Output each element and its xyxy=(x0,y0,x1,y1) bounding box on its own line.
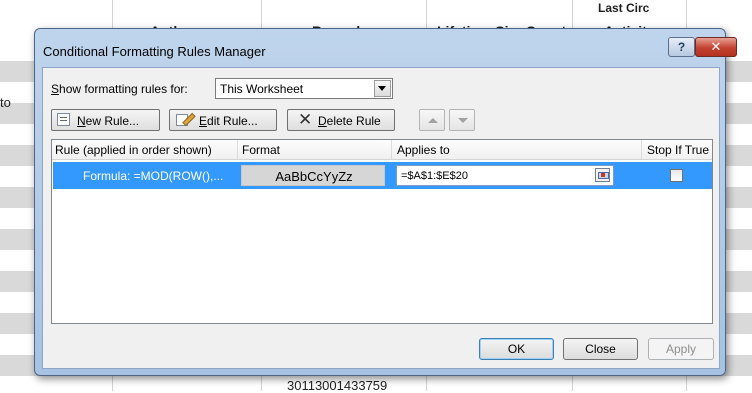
new-rule-icon xyxy=(57,113,70,126)
conditional-formatting-dialog: Conditional Formatting Rules Manager ? ✕… xyxy=(34,28,737,376)
stop-if-true-checkbox[interactable] xyxy=(670,169,683,182)
header-last-circ[interactable]: Last Circ xyxy=(598,1,649,15)
delete-rule-button[interactable]: ✕ Delete Rule xyxy=(287,109,395,131)
applies-to-value: =$A$1:$E$20 xyxy=(401,170,468,182)
column-format[interactable]: Format xyxy=(242,143,280,157)
new-rule-button[interactable]: New Rule... xyxy=(51,109,160,131)
column-applies-to[interactable]: Applies to xyxy=(397,143,450,157)
help-button[interactable]: ? xyxy=(668,37,695,57)
format-preview: AaBbCcYyZz xyxy=(241,165,385,186)
edit-rule-button[interactable]: Edit Rule... xyxy=(169,109,277,131)
column-stop-if-true[interactable]: Stop If True xyxy=(647,143,709,157)
edit-rule-label: Edit Rule... xyxy=(199,114,258,128)
ok-button[interactable]: OK xyxy=(479,338,554,360)
column-rule[interactable]: Rule (applied in order shown) xyxy=(55,143,212,157)
rule-row[interactable]: Formula: =MOD(ROW(),... AaBbCcYyZz =$A$1… xyxy=(53,162,712,189)
rule-formula: Formula: =MOD(ROW(),... xyxy=(83,169,224,183)
delete-rule-label: Delete Rule xyxy=(318,114,381,128)
show-rules-text: how formatting rules for: xyxy=(59,82,188,96)
apply-button[interactable]: Apply xyxy=(648,338,714,360)
range-selector-icon[interactable] xyxy=(595,168,610,182)
rules-column-header: Rule (applied in order shown) Format App… xyxy=(52,140,712,160)
close-button[interactable]: Close xyxy=(563,338,638,360)
close-window-button[interactable]: ✕ xyxy=(695,37,737,57)
scope-dropdown[interactable]: This Worksheet xyxy=(215,78,393,99)
show-rules-label: Show formatting rules for: xyxy=(51,82,188,96)
move-down-button[interactable] xyxy=(449,109,475,131)
delete-x-icon: ✕ xyxy=(298,110,313,129)
rules-list[interactable]: Rule (applied in order shown) Format App… xyxy=(51,139,713,324)
cell-fragment[interactable]: to xyxy=(0,95,11,110)
format-preview-text: AaBbCcYyZz xyxy=(275,169,353,184)
scope-value: This Worksheet xyxy=(220,82,304,96)
edit-rule-icon xyxy=(176,112,196,127)
dialog-content: Show formatting rules for: This Workshee… xyxy=(42,67,720,369)
arrow-up-icon xyxy=(428,118,438,123)
applies-to-field[interactable]: =$A$1:$E$20 xyxy=(396,165,614,186)
show-rules-accelerator: S xyxy=(51,82,60,96)
dialog-titlebar[interactable]: Conditional Formatting Rules Manager ? ✕ xyxy=(35,29,737,63)
arrow-down-icon xyxy=(458,118,468,123)
dialog-title: Conditional Formatting Rules Manager xyxy=(43,44,266,59)
chevron-down-icon[interactable] xyxy=(374,80,391,97)
new-rule-label: New Rule... xyxy=(77,114,140,128)
move-up-button[interactable] xyxy=(419,109,445,131)
